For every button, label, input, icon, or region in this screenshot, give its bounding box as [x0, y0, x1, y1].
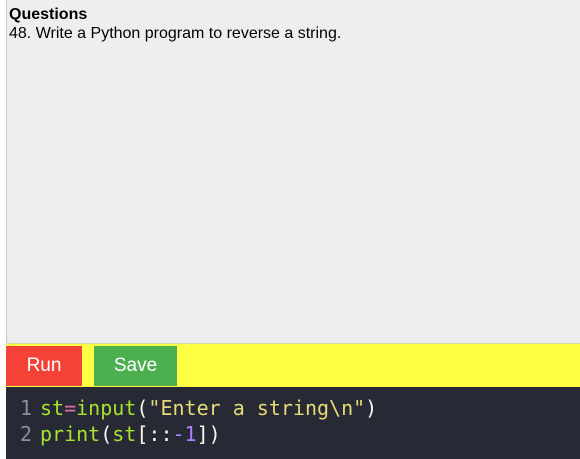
question-heading: Questions — [9, 6, 88, 23]
code-token: st — [40, 396, 65, 420]
code-token: "Enter a string\n" — [148, 396, 366, 420]
code-line: 1 st=input("Enter a string\n") — [6, 395, 580, 421]
code-text[interactable]: st=input("Enter a string\n") — [40, 395, 377, 421]
code-token: print — [40, 422, 101, 446]
line-number: 2 — [19, 422, 32, 446]
question-text: 48. Write a Python program to reverse a … — [9, 25, 342, 42]
save-button[interactable]: Save — [94, 346, 177, 386]
code-token: ) — [365, 396, 378, 420]
editor-toolbar: Run Save — [6, 343, 580, 387]
code-token: [:: — [136, 422, 173, 446]
code-token: input — [76, 396, 137, 420]
code-token: ]) — [196, 422, 221, 446]
code-token: st — [112, 422, 137, 446]
code-exercise-app: Questions 48. Write a Python program to … — [0, 0, 580, 459]
code-editor[interactable]: 1 st=input("Enter a string\n") 2 print(s… — [6, 387, 580, 459]
code-line: 2 print(st[::-1]) — [6, 421, 580, 447]
code-token: ( — [100, 422, 113, 446]
question-panel: Questions 48. Write a Python program to … — [6, 0, 580, 343]
code-token: = — [64, 396, 77, 420]
run-button[interactable]: Run — [6, 346, 82, 386]
code-token: -1 — [172, 422, 197, 446]
code-token: ( — [136, 396, 149, 420]
code-text[interactable]: print(st[::-1]) — [40, 421, 221, 447]
line-number: 1 — [19, 396, 32, 420]
